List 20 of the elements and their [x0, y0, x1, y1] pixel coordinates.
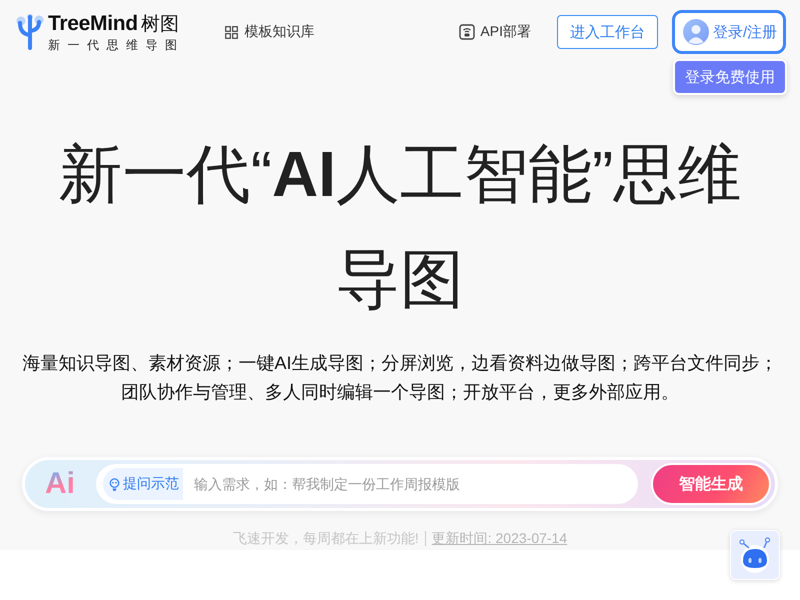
tree-logo-icon	[16, 14, 44, 50]
avatar-icon	[683, 19, 709, 45]
generate-button[interactable]: 智能生成	[651, 463, 771, 505]
brand-name-cn: 树图	[140, 12, 179, 36]
brand-tagline: 新一代思维导图	[48, 36, 184, 52]
workspace-button[interactable]: 进入工作台	[557, 15, 658, 49]
grid-icon	[224, 26, 238, 38]
wifi-box-icon	[459, 24, 476, 40]
brand-name: TreeMind	[48, 12, 138, 36]
template-library-link[interactable]: 模板知识库	[224, 23, 314, 41]
hero-title: 新一代“AI人工智能”思维导图	[58, 137, 742, 317]
example-chip[interactable]: 提问示范	[103, 468, 183, 500]
login-button[interactable]: 登录/注册	[672, 10, 786, 54]
assistant-button[interactable]	[730, 530, 780, 580]
api-deploy-link[interactable]: API部署	[459, 23, 531, 41]
lightbulb-icon	[109, 478, 120, 490]
login-tooltip: 登录免费使用	[673, 59, 787, 95]
prompt-field[interactable]: 提问示范 输入需求，如：帮我制定一份工作周报模版	[96, 464, 638, 504]
hero-description: 海量知识导图、素材资源；一键AI生成导图；分屏浏览，边看资料边做导图；跨平台文件同步；团队协作与管理、多人同时编辑一个导图；开放平台，更多外部应用。	[21, 352, 778, 404]
prompt-input[interactable]: 输入需求，如：帮我制定一份工作周报模版	[183, 464, 638, 504]
